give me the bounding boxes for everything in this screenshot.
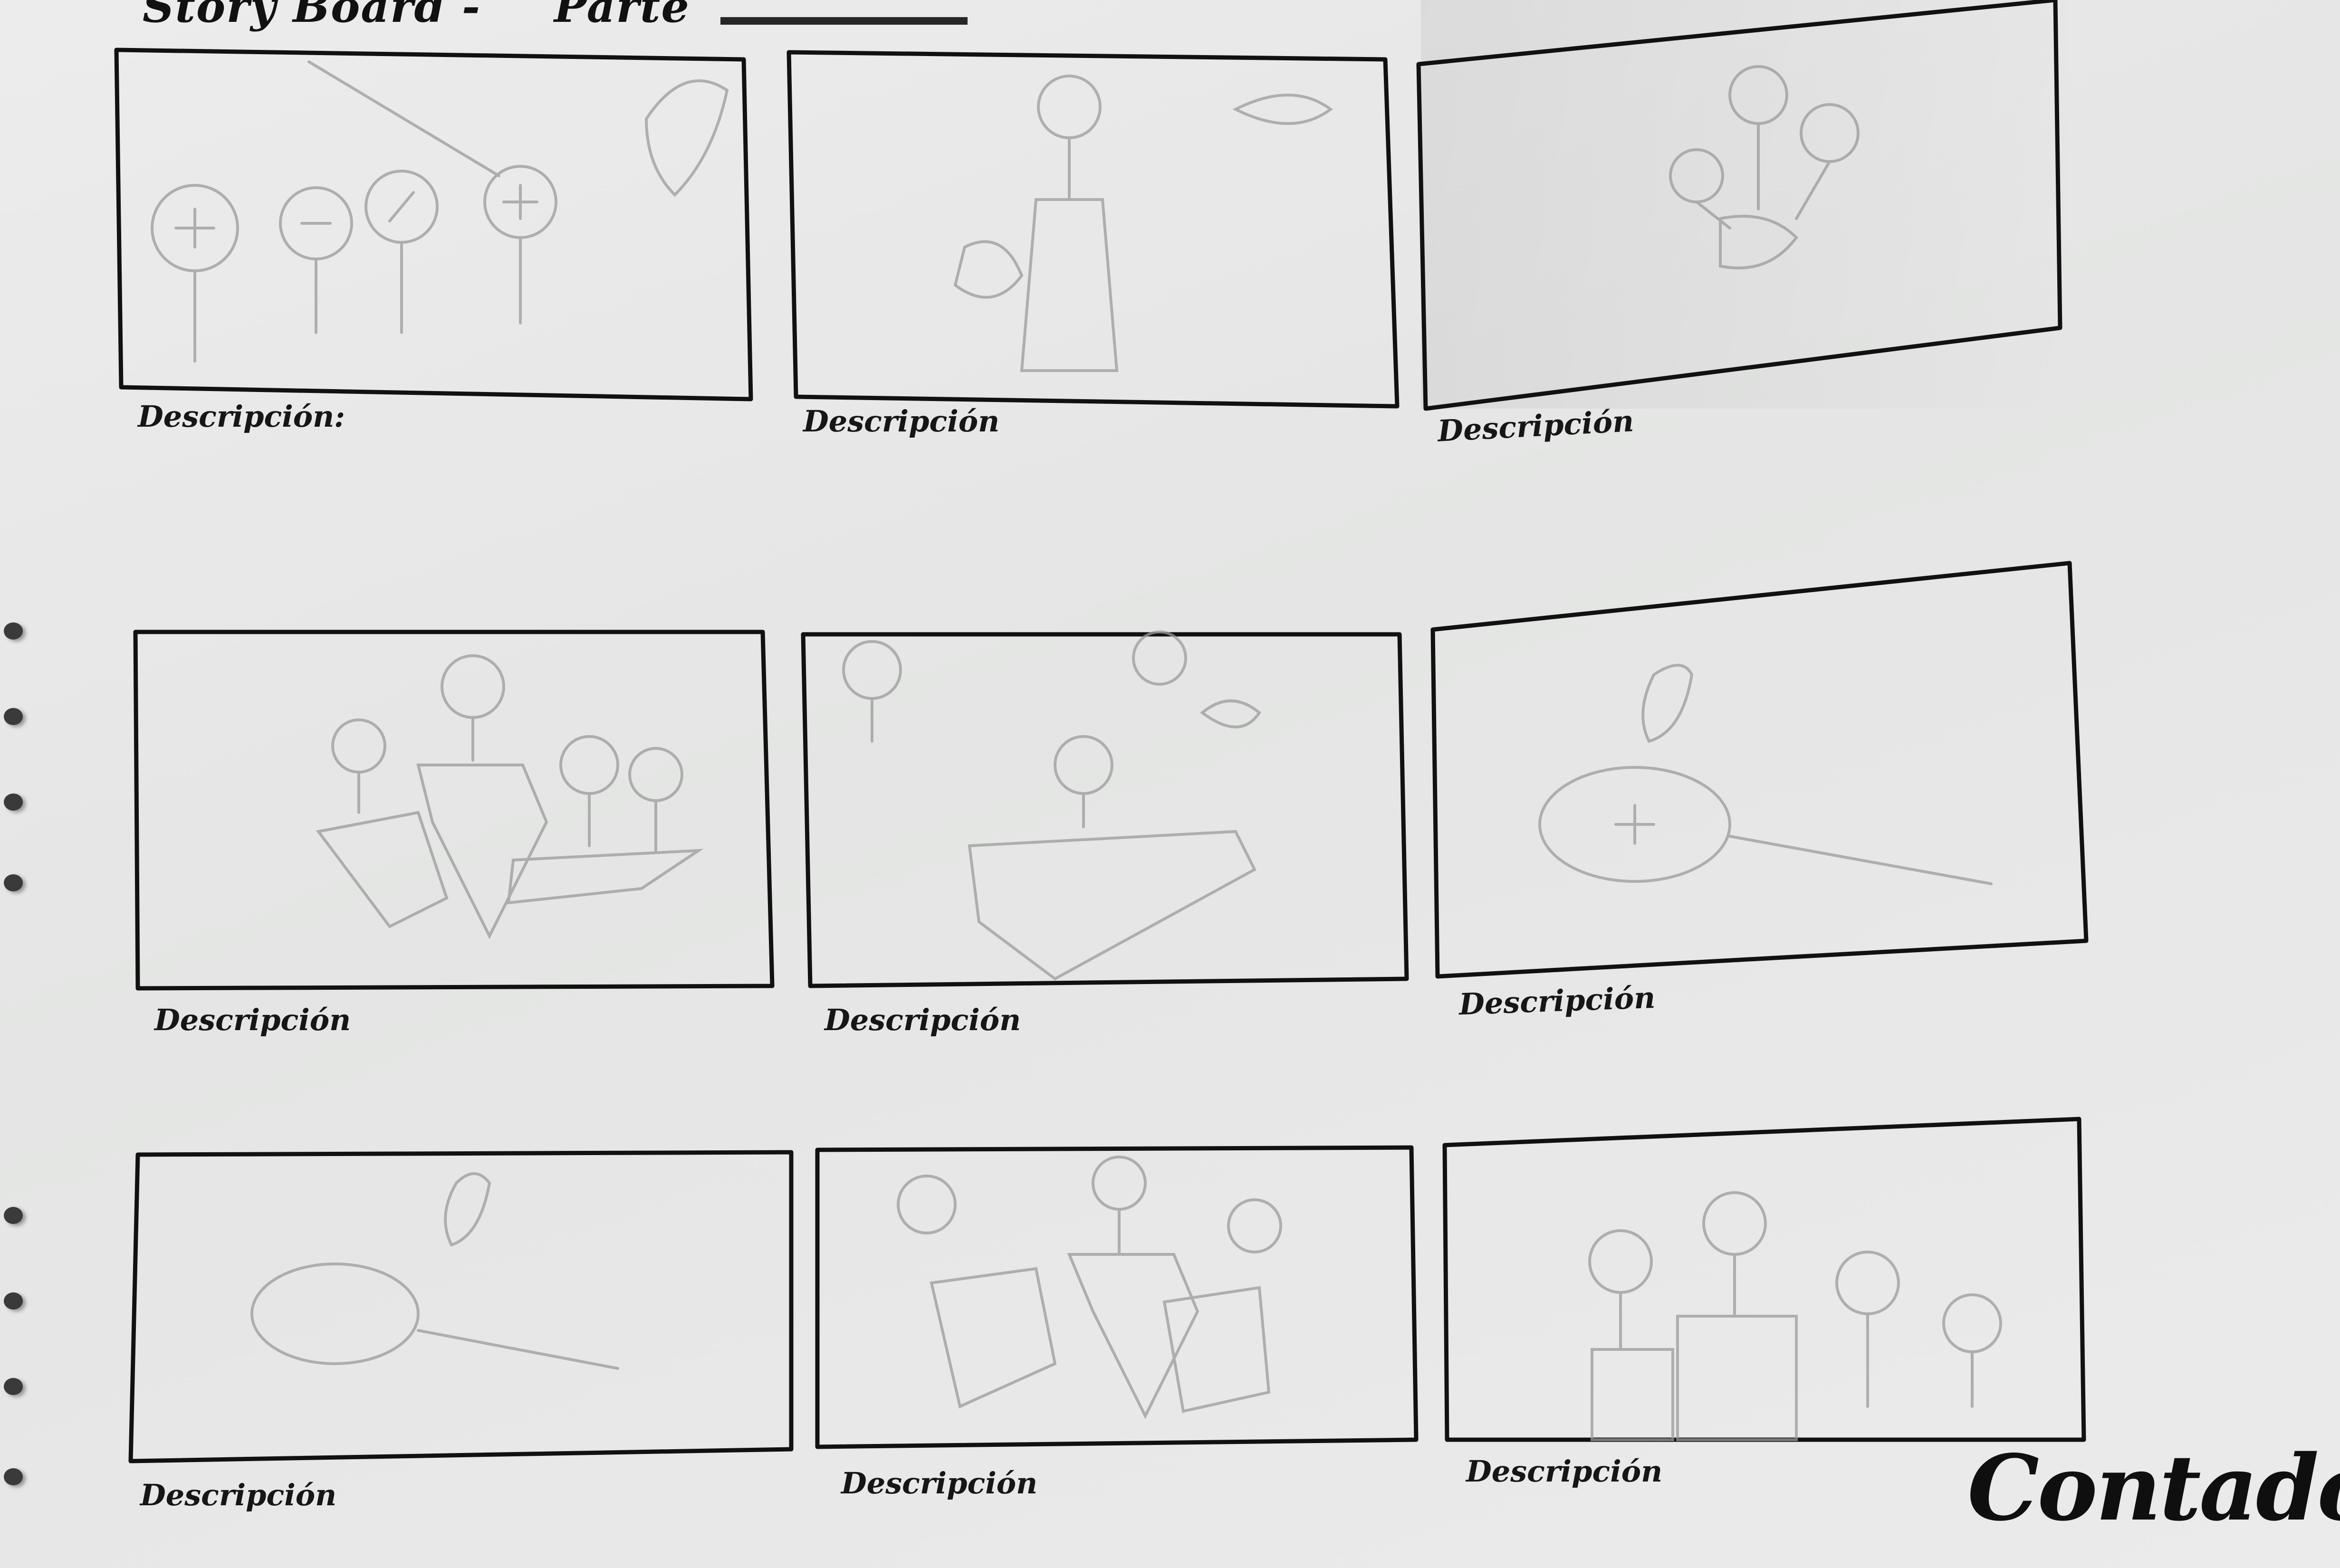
panel-5-sketch: [842, 631, 1261, 981]
panel-8-description-label: Descripción: [841, 1466, 1038, 1501]
panel-6-description-label: Descripción: [1458, 980, 1656, 1022]
storyboard-panel-9: [1442, 1117, 2086, 1442]
panel-1-description-label: Descripción:: [138, 399, 345, 434]
storyboard-panel-2: [786, 50, 1400, 409]
panel-6-sketch: [1538, 664, 1993, 885]
panel-5-description-label: Descripción: [825, 1003, 1021, 1037]
panel-7-sketch: [250, 1172, 619, 1370]
panel-1-sketch: [151, 60, 729, 363]
storyboard-panel-7: [128, 1150, 794, 1463]
storyboard-grid: [114, 0, 2089, 1463]
panel-8-sketch: [897, 1156, 1282, 1419]
storyboard-panel-3: [1416, 0, 2062, 411]
panel-7-description-label: Descripción: [140, 1478, 337, 1512]
panel-9-description-label: Descripción: [1466, 1454, 1663, 1489]
storyboard-panel-6: [1430, 561, 2089, 979]
panel-3-sketch: [1669, 65, 1860, 269]
panel-2-sketch: [953, 75, 1333, 372]
storyboard-panel-4: [133, 630, 775, 991]
panel-9-sketch: [1588, 1191, 2002, 1441]
panel-4-sketch: [316, 654, 704, 939]
contador-signature: Contador: [1967, 1435, 2340, 1541]
storyboard-panel-8: [815, 1145, 1419, 1449]
panel-2-description-label: Descripción: [803, 404, 1000, 439]
panel-4-description-label: Descripción: [154, 1003, 351, 1037]
